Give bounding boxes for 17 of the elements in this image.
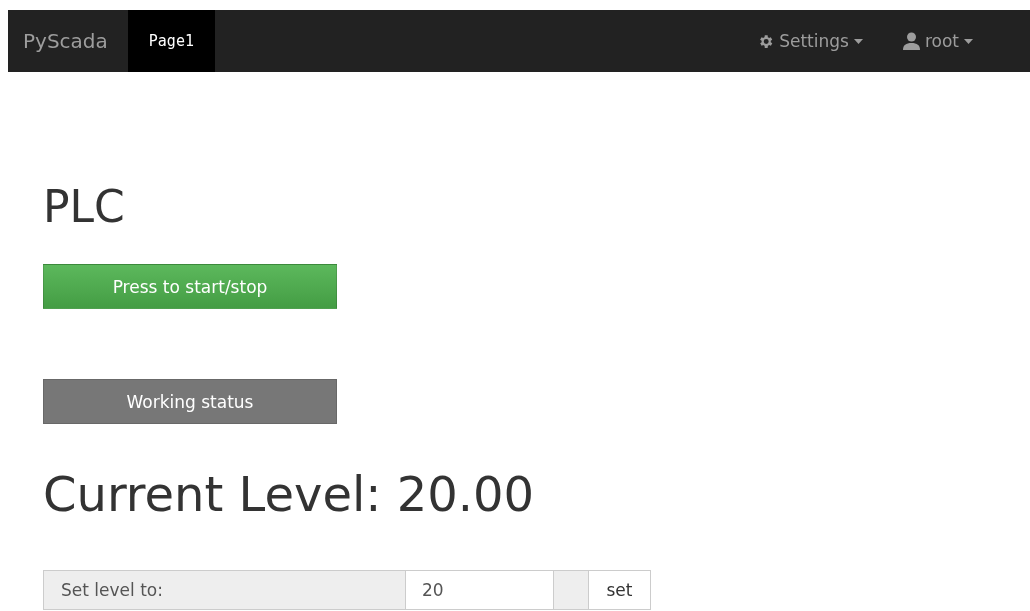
gear-icon [757, 32, 775, 50]
caret-icon [853, 38, 863, 44]
user-menu[interactable]: root [902, 31, 973, 51]
status-panel: Working status [43, 379, 337, 424]
caret-icon [964, 38, 973, 44]
menu-label: root [924, 31, 959, 51]
menu-label: Settings [779, 31, 849, 51]
field-label: Set level to: [43, 570, 406, 610]
settings-menu[interactable]: Settings [757, 31, 863, 51]
set-button[interactable]: set [589, 570, 651, 610]
current-level: Current Level: 20.00 [43, 466, 536, 522]
brand-name[interactable]: PyScada [8, 10, 128, 72]
level-input[interactable]: 20 [406, 570, 554, 610]
user-icon [902, 32, 920, 50]
input-addon [554, 570, 589, 610]
nav-tab[interactable]: Page1 [127, 10, 215, 72]
page-title: PLC [43, 182, 126, 232]
